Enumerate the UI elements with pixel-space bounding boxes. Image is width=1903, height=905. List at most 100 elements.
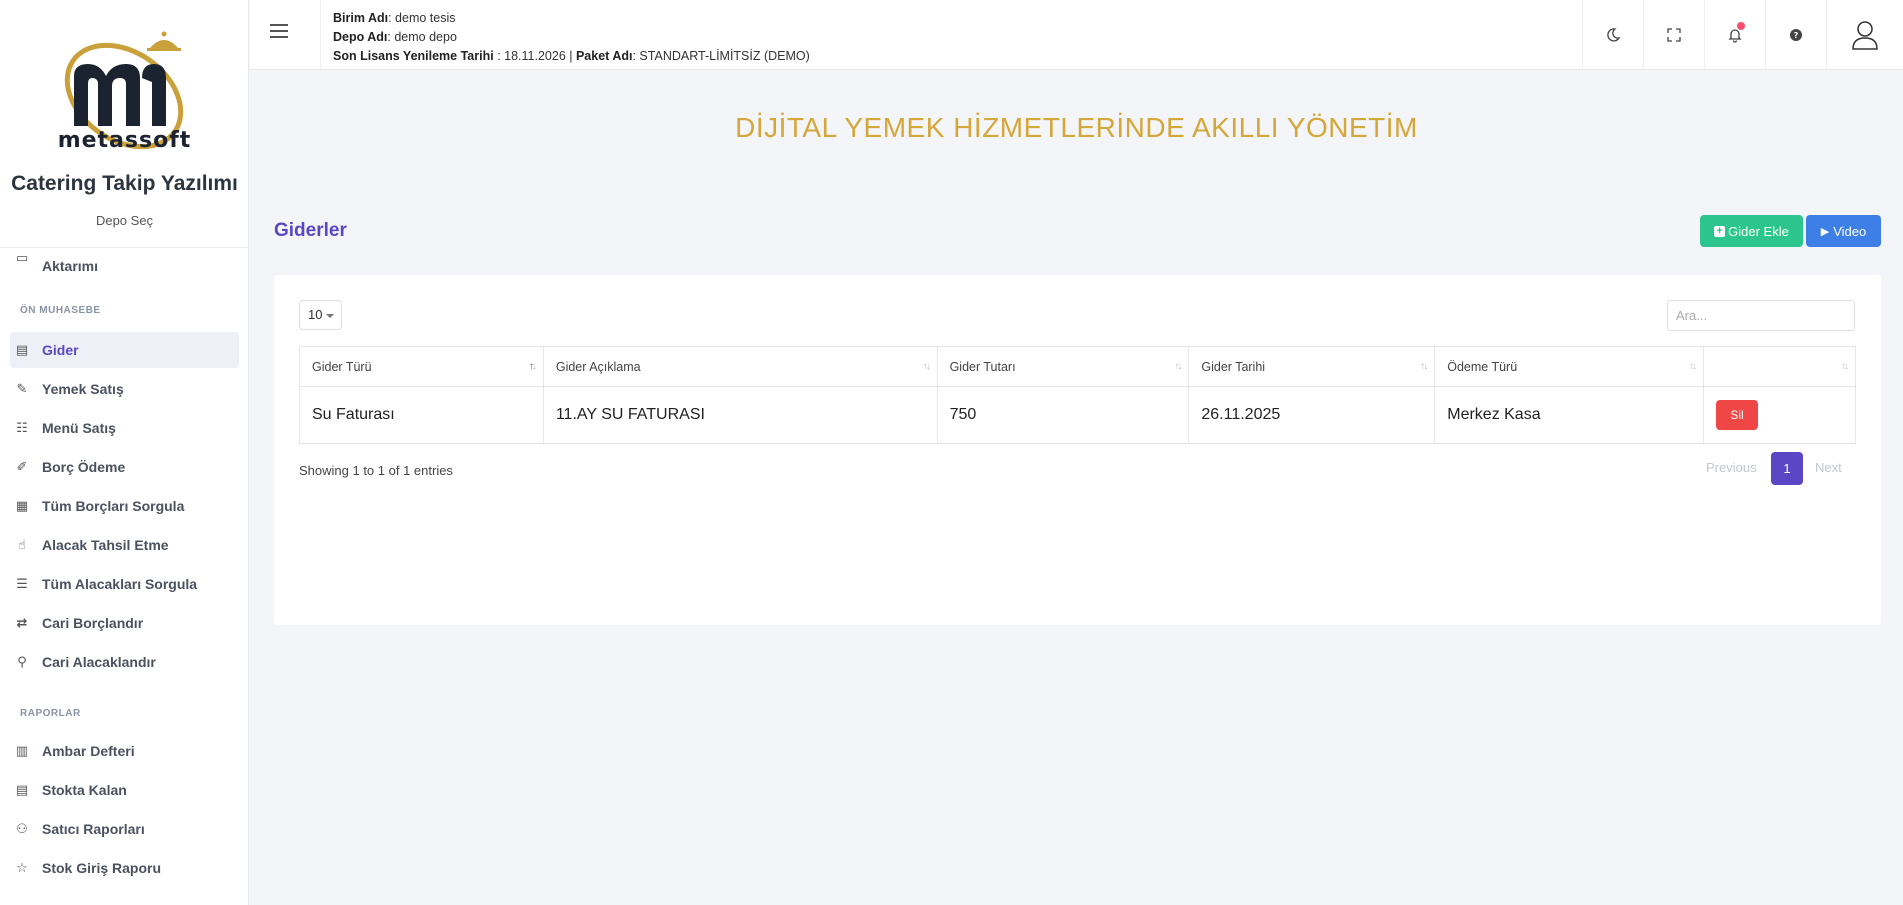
sidebar-item-ambar-defteri[interactable]: ▥ Ambar Defteri (10, 733, 239, 769)
register-icon: ▤ (15, 342, 29, 357)
add-expense-button[interactable]: + Gider Ekle (1700, 215, 1803, 247)
license-line: Son Lisans Yenileme Tarihi : 18.11.2026 … (333, 47, 810, 66)
sort-icon: ↑↓ (1174, 361, 1182, 372)
cell-gider-tarihi: 26.11.2025 (1188, 386, 1436, 444)
sidebar-item-aktarim[interactable]: ▭ Aktarımı (10, 244, 239, 274)
help-button[interactable]: ? (1765, 0, 1825, 70)
sidebar-item-menu-satis[interactable]: ☷ Menü Satış (10, 410, 239, 446)
app-title: Catering Takip Yazılımı (11, 172, 238, 195)
section-title-raporlar: RAPORLAR (20, 708, 81, 719)
paket-label: Paket Adı (575, 49, 633, 63)
notifications-button[interactable] (1704, 0, 1764, 70)
lisans-label: Son Lisans Yenileme Tarihi (333, 49, 494, 63)
stock-icon: ▤ (15, 782, 29, 797)
sidebar-item-label: Stok Giriş Raporu (42, 860, 162, 876)
fullscreen-button[interactable] (1643, 0, 1703, 70)
receivable-query-icon: ☰ (16, 576, 28, 591)
video-button[interactable]: ▶ Video (1806, 215, 1881, 247)
sort-icon: ↑↓ (1689, 361, 1697, 372)
sidebar-item-label: Yemek Satış (42, 381, 124, 397)
delete-button[interactable]: Sil (1716, 400, 1759, 430)
page-1-button[interactable]: 1 (1771, 452, 1803, 485)
brand: metassoft Catering Takip Yazılımı Depo S… (0, 0, 248, 248)
sidebar-item-cari-alacaklandir[interactable]: ⚲ Cari Alacaklandır (10, 644, 239, 680)
debt-query-icon: ▦ (15, 498, 29, 513)
depo-select-link[interactable]: Depo Seç (0, 213, 248, 228)
menu-toggle-icon[interactable] (270, 24, 288, 38)
sidebar-item-label: Menü Satış (42, 420, 116, 436)
paket-value: : STANDART-LİMİTSİZ (DEMO) (632, 49, 810, 63)
sidebar-item-tum-borclari-sorgula[interactable]: ▦ Tüm Borçları Sorgula (10, 488, 239, 524)
expenses-card: 10 Gider Türü ↑↓ Gider Açıklama ↑↓ Gider T… (274, 275, 1881, 625)
column-label: Gider Tutarı (949, 359, 1016, 374)
sidebar-item-label: Cari Alacaklandır (42, 654, 156, 670)
sidebar-item-label: Tüm Alacakları Sorgula (42, 576, 198, 592)
page-length-value: 10 (308, 307, 323, 322)
question-icon: ? (1789, 29, 1802, 41)
stock-entry-icon: ☆ (16, 860, 28, 875)
top-header: Birim Adı: demo tesis Depo Adı: demo dep… (250, 0, 1903, 70)
sidebar: metassoft Catering Takip Yazılımı Depo S… (0, 0, 249, 905)
sidebar-item-borc-odeme[interactable]: ✐ Borç Ödeme (10, 449, 239, 485)
lisans-value: : 18.11.2026 | (493, 49, 576, 63)
sidebar-item-stokta-kalan[interactable]: ▤ Stokta Kalan (10, 772, 239, 808)
sidebar-item-label: Stokta Kalan (42, 782, 127, 798)
col-gider-aciklama[interactable]: Gider Açıklama ↑↓ (542, 346, 938, 387)
menu-sale-icon: ☷ (16, 420, 28, 435)
table-row: Su Faturası 11.AY SU FATURASI 750 26.11.… (299, 386, 1856, 444)
section-title-on-muhasebe: ÖN MUHASEBE (20, 305, 101, 316)
sidebar-item-label: Aktarımı (42, 258, 99, 274)
sidebar-item-satici-raporlari[interactable]: ⚇ Satıcı Raporları (10, 811, 239, 847)
table-header-row: Gider Türü ↑↓ Gider Açıklama ↑↓ Gider Tuta… (299, 346, 1856, 387)
next-page-button[interactable]: Next (1815, 460, 1842, 475)
col-gider-tarihi[interactable]: Gider Tarihi ↑↓ (1188, 346, 1436, 387)
add-expense-label: Gider Ekle (1728, 223, 1789, 239)
user-icon (1852, 21, 1878, 50)
column-label: Gider Türü (312, 359, 372, 374)
sidebar-item-label: Satıcı Raporları (42, 821, 145, 837)
credit-icon: ⚲ (17, 654, 27, 669)
birim-line: Birim Adı: demo tesis (333, 9, 810, 28)
cell-odeme-turu: Merkez Kasa (1434, 386, 1705, 444)
sort-icon: ↑↓ (922, 361, 931, 372)
depo-label: Depo Adı (333, 30, 388, 44)
payment-icon: ✐ (16, 459, 28, 474)
cell-gider-turu: Su Faturası (299, 386, 544, 444)
column-label: Ödeme Türü (1447, 359, 1518, 374)
cell-actions: Sil (1703, 386, 1856, 444)
ledger-icon: ▥ (15, 743, 29, 758)
column-label: Gider Açıklama (555, 359, 641, 374)
birim-value: : demo tesis (388, 11, 456, 25)
banner-slogan: DİJİTAL YEMEK HİZMETLERİNDE AKILLI YÖNET… (735, 112, 1418, 143)
sort-icon: ↑↓ (528, 361, 537, 372)
play-icon: ▶ (1820, 225, 1830, 238)
header-divider (320, 0, 321, 70)
moon-icon (1606, 28, 1620, 42)
sidebar-item-label: Gider (42, 342, 79, 358)
sidebar-item-gider[interactable]: ▤ Gider (10, 332, 239, 368)
depo-line: Depo Adı: demo depo (333, 28, 810, 47)
sidebar-item-label: Borç Ödeme (42, 459, 126, 475)
sidebar-item-cari-borclandir[interactable]: ⇄ Cari Borçlandır (10, 605, 239, 641)
collect-icon: ☝ (18, 537, 26, 552)
sidebar-item-yemek-satis[interactable]: ✎ Yemek Satış (10, 371, 239, 407)
col-odeme-turu[interactable]: Ödeme Türü ↑↓ (1434, 346, 1705, 387)
fullscreen-icon (1666, 28, 1681, 42)
sidebar-item-alacak-tahsil[interactable]: ☝ Alacak Tahsil Etme (10, 527, 239, 563)
search-input[interactable] (1667, 300, 1855, 331)
dark-mode-button[interactable] (1582, 0, 1642, 70)
col-actions[interactable]: ↑↓ (1703, 346, 1856, 387)
sidebar-item-tum-alacaklari-sorgula[interactable]: ☰ Tüm Alacakları Sorgula (10, 566, 239, 602)
notification-badge (1737, 22, 1745, 30)
col-gider-tutari[interactable]: Gider Tutarı ↑↓ (936, 346, 1190, 387)
user-menu-button[interactable] (1826, 0, 1903, 70)
cell-gider-tutari: 750 (936, 386, 1190, 444)
sidebar-item-label: Tüm Borçları Sorgula (42, 498, 185, 514)
col-gider-turu[interactable]: Gider Türü ↑↓ (299, 346, 544, 387)
sidebar-item-label: Alacak Tahsil Etme (42, 537, 169, 553)
sidebar-item-stok-giris-raporu[interactable]: ☆ Stok Giriş Raporu (10, 850, 239, 886)
entries-info: Showing 1 to 1 of 1 entries (299, 463, 453, 478)
previous-page-button[interactable]: Previous (1706, 460, 1757, 475)
page-title: Giderler (274, 220, 347, 241)
page-length-select[interactable]: 10 (299, 300, 342, 330)
